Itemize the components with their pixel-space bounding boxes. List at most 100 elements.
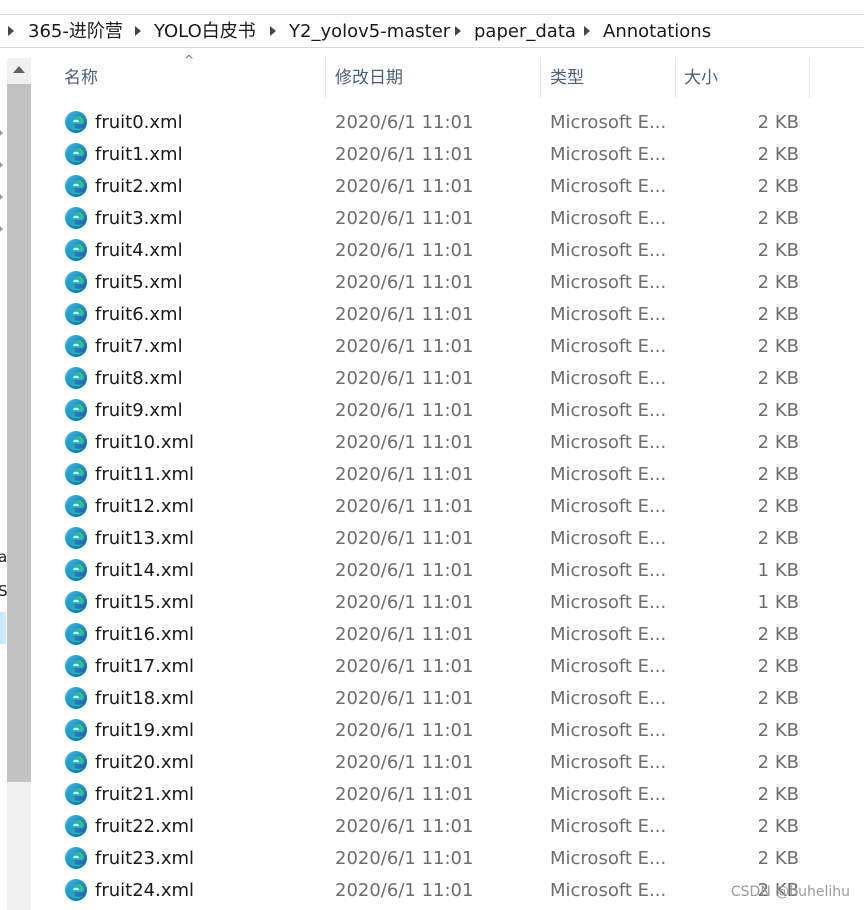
edge-browser-icon <box>64 238 88 262</box>
file-name: fruit16.xml <box>95 624 195 645</box>
file-name: fruit17.xml <box>95 656 195 677</box>
file-name: fruit1.xml <box>95 144 183 165</box>
column-header-row: ^ 名称 修改日期 类型 大小 <box>32 54 864 98</box>
file-type: Microsoft E... <box>550 528 667 549</box>
file-modified-date: 2020/6/1 11:01 <box>335 208 474 229</box>
file-name: fruit11.xml <box>95 464 195 485</box>
file-modified-date: 2020/6/1 11:01 <box>335 304 474 325</box>
scrollbar-thumb[interactable] <box>7 84 31 782</box>
file-type: Microsoft E... <box>550 240 667 261</box>
file-row[interactable]: fruit17.xml 2020/6/1 11:01 Microsoft E... 2… <box>32 650 864 682</box>
file-name: fruit14.xml <box>95 560 195 581</box>
file-type: Microsoft E... <box>550 496 667 517</box>
chevron-right-icon[interactable] <box>0 130 3 136</box>
file-row[interactable]: fruit8.xml 2020/6/1 11:01 Microsoft E... 2 … <box>32 362 864 394</box>
file-name: fruit4.xml <box>95 240 183 261</box>
edge-browser-icon <box>64 526 88 550</box>
file-modified-date: 2020/6/1 11:01 <box>335 560 474 581</box>
file-size: 2 KB <box>757 720 799 741</box>
column-divider[interactable] <box>540 58 541 98</box>
column-divider[interactable] <box>325 58 326 98</box>
file-size: 2 KB <box>757 816 799 837</box>
breadcrumb-item-365[interactable]: 365-进阶营 <box>28 19 123 45</box>
file-row[interactable]: fruit23.xml 2020/6/1 11:01 Microsoft E... 2… <box>32 842 864 874</box>
edge-browser-icon <box>64 814 88 838</box>
file-row[interactable]: fruit1.xml 2020/6/1 11:01 Microsoft E... 2 … <box>32 138 864 170</box>
breadcrumb-item-paper-data[interactable]: paper_data <box>474 19 576 45</box>
file-row[interactable]: fruit9.xml 2020/6/1 11:01 Microsoft E... 2 … <box>32 394 864 426</box>
file-type: Microsoft E... <box>550 592 667 613</box>
file-name: fruit10.xml <box>95 432 195 453</box>
file-size: 2 KB <box>757 656 799 677</box>
file-row[interactable]: fruit12.xml 2020/6/1 11:01 Microsoft E... 2… <box>32 490 864 522</box>
file-name: fruit15.xml <box>95 592 195 613</box>
file-row[interactable]: fruit5.xml 2020/6/1 11:01 Microsoft E... 2 … <box>32 266 864 298</box>
chevron-right-icon[interactable] <box>8 26 14 36</box>
edge-browser-icon <box>64 846 88 870</box>
file-row[interactable]: fruit15.xml 2020/6/1 11:01 Microsoft E... 1… <box>32 586 864 618</box>
column-header-name[interactable]: 名称 <box>64 58 98 98</box>
file-row[interactable]: fruit20.xml 2020/6/1 11:01 Microsoft E... 2… <box>32 746 864 778</box>
edge-browser-icon <box>64 654 88 678</box>
file-size: 2 KB <box>757 432 799 453</box>
scroll-up-arrow-icon[interactable] <box>13 66 25 73</box>
file-size: 1 KB <box>757 560 799 581</box>
file-row[interactable]: fruit19.xml 2020/6/1 11:01 Microsoft E... 2… <box>32 714 864 746</box>
column-header-type[interactable]: 类型 <box>550 58 584 98</box>
chevron-right-icon[interactable] <box>0 226 3 232</box>
breadcrumb-item-yolo-whitepaper[interactable]: YOLO白皮书 <box>154 19 256 45</box>
file-size: 2 KB <box>757 208 799 229</box>
file-row[interactable]: fruit4.xml 2020/6/1 11:01 Microsoft E... 2 … <box>32 234 864 266</box>
file-type: Microsoft E... <box>550 176 667 197</box>
file-modified-date: 2020/6/1 11:01 <box>335 592 474 613</box>
file-size: 2 KB <box>757 528 799 549</box>
chevron-right-icon[interactable] <box>0 162 3 168</box>
file-modified-date: 2020/6/1 11:01 <box>335 752 474 773</box>
column-header-size[interactable]: 大小 <box>684 58 718 98</box>
file-row[interactable]: fruit16.xml 2020/6/1 11:01 Microsoft E... 2… <box>32 618 864 650</box>
edge-browser-icon <box>64 398 88 422</box>
file-modified-date: 2020/6/1 11:01 <box>335 496 474 517</box>
file-row[interactable]: fruit10.xml 2020/6/1 11:01 Microsoft E... 2… <box>32 426 864 458</box>
file-modified-date: 2020/6/1 11:01 <box>335 720 474 741</box>
chevron-right-icon[interactable] <box>0 194 3 200</box>
file-type: Microsoft E... <box>550 720 667 741</box>
chevron-right-icon[interactable] <box>135 26 141 36</box>
breadcrumb-item-yolov5-master[interactable]: Y2_yolov5-master <box>289 19 450 45</box>
file-type: Microsoft E... <box>550 752 667 773</box>
file-type: Microsoft E... <box>550 656 667 677</box>
file-modified-date: 2020/6/1 11:01 <box>335 272 474 293</box>
column-divider[interactable] <box>809 58 810 98</box>
file-name: fruit24.xml <box>95 880 195 901</box>
file-row[interactable]: fruit2.xml 2020/6/1 11:01 Microsoft E... 2 … <box>32 170 864 202</box>
file-row[interactable]: fruit7.xml 2020/6/1 11:01 Microsoft E... 2 … <box>32 330 864 362</box>
file-row[interactable]: fruit6.xml 2020/6/1 11:01 Microsoft E... 2 … <box>32 298 864 330</box>
file-name: fruit9.xml <box>95 400 183 421</box>
file-type: Microsoft E... <box>550 880 667 901</box>
file-name: fruit20.xml <box>95 752 195 773</box>
file-name: fruit2.xml <box>95 176 183 197</box>
navigation-pane[interactable]: a S <box>0 48 8 910</box>
file-modified-date: 2020/6/1 11:01 <box>335 368 474 389</box>
file-row[interactable]: fruit13.xml 2020/6/1 11:01 Microsoft E... 2… <box>32 522 864 554</box>
file-type: Microsoft E... <box>550 336 667 357</box>
file-size: 2 KB <box>757 752 799 773</box>
chevron-right-icon[interactable] <box>270 26 276 36</box>
file-row[interactable]: fruit11.xml 2020/6/1 11:01 Microsoft E... 2… <box>32 458 864 490</box>
column-header-date[interactable]: 修改日期 <box>335 58 403 98</box>
file-row[interactable]: fruit14.xml 2020/6/1 11:01 Microsoft E... 1… <box>32 554 864 586</box>
breadcrumb-item-annotations[interactable]: Annotations <box>603 19 711 45</box>
chevron-right-icon[interactable] <box>455 26 461 36</box>
breadcrumb[interactable]: 365-进阶营 YOLO白皮书 Y2_yolov5-master paper_d… <box>0 14 864 48</box>
file-row[interactable]: fruit18.xml 2020/6/1 11:01 Microsoft E... 2… <box>32 682 864 714</box>
file-name: fruit13.xml <box>95 528 195 549</box>
nav-item-selected[interactable] <box>0 612 6 644</box>
chevron-right-icon[interactable] <box>584 26 590 36</box>
file-row[interactable]: fruit3.xml 2020/6/1 11:01 Microsoft E... 2 … <box>32 202 864 234</box>
vertical-scrollbar[interactable] <box>7 58 31 910</box>
file-row[interactable]: fruit21.xml 2020/6/1 11:01 Microsoft E... 2… <box>32 778 864 810</box>
file-modified-date: 2020/6/1 11:01 <box>335 656 474 677</box>
file-row[interactable]: fruit22.xml 2020/6/1 11:01 Microsoft E... 2… <box>32 810 864 842</box>
file-row[interactable]: fruit0.xml 2020/6/1 11:01 Microsoft E... 2 … <box>32 106 864 138</box>
column-divider[interactable] <box>675 58 676 98</box>
